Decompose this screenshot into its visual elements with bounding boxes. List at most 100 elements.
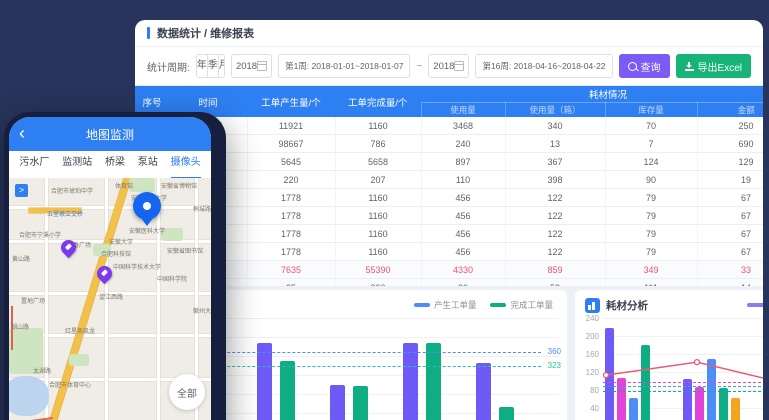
- reference-line-label: 360: [548, 347, 561, 356]
- reference-line-label: 323: [548, 361, 561, 370]
- table-row[interactable]: 12014年119211160346834070250: [135, 117, 763, 135]
- map-place-label: 徽州大道: [193, 306, 211, 315]
- table-cell: 456: [421, 207, 505, 225]
- table-cell: 1160: [335, 243, 421, 261]
- consumables-chart-card: 耗材分析 2402001601208040: [575, 290, 763, 420]
- period-button-月[interactable]: 月: [219, 55, 225, 77]
- end-year-select[interactable]: 2018: [428, 54, 469, 78]
- bar[interactable]: [330, 385, 345, 420]
- header-sub-1: 使用量（箱）: [505, 103, 605, 118]
- reference-line: [603, 391, 763, 392]
- bar[interactable]: [707, 359, 716, 420]
- y-axis-tick: 120: [581, 368, 599, 377]
- table-cell: 1160: [335, 117, 421, 135]
- map-water: [9, 376, 49, 416]
- table-cell: 1160: [335, 189, 421, 207]
- header-sub-2: 库存量: [605, 103, 697, 118]
- bar[interactable]: [499, 407, 514, 420]
- map-place-label: 望江西路: [99, 292, 123, 301]
- table-cell: 456: [421, 243, 505, 261]
- y-axis-tick: 160: [581, 350, 599, 359]
- map-park: [69, 354, 89, 366]
- table-row[interactable]: 177811604561227967: [135, 207, 763, 225]
- end-week-input[interactable]: 第16周: 2018-04-16~2018-04-22: [475, 54, 612, 78]
- table-row[interactable]: 56455658897367124129: [135, 153, 763, 171]
- period-button-季[interactable]: 季: [208, 55, 219, 77]
- map-place-label: 合肥市琥珀中学: [51, 186, 93, 195]
- bar[interactable]: [683, 379, 692, 420]
- export-excel-button[interactable]: 导出Excel: [676, 54, 751, 78]
- bar[interactable]: [731, 398, 740, 420]
- table-cell: 122: [505, 207, 605, 225]
- table-cell: 1160: [335, 207, 421, 225]
- start-year-select[interactable]: 2018: [231, 54, 272, 78]
- period-segmented-control: 年季月周日: [196, 54, 225, 78]
- table-cell: 456: [421, 189, 505, 207]
- table-cell: 124: [605, 153, 697, 171]
- start-week-input[interactable]: 第1周: 2018-01-01~2018-01-07: [278, 54, 410, 78]
- phone-tab-污水厂[interactable]: 污水厂: [19, 150, 49, 179]
- header-col-done: 工单完成量/个: [335, 86, 421, 117]
- map-view[interactable]: 合肥市琥珀中学体育馆安徽农业大学安徽省博物馆五里墩立交桥合肥市宁溪小学稻香广场安…: [9, 178, 211, 420]
- phone-tab-监测站[interactable]: 监测站: [62, 150, 92, 179]
- bar[interactable]: [403, 343, 418, 420]
- table-cell: 110: [421, 171, 505, 189]
- back-chevron-icon[interactable]: ‹: [19, 121, 25, 145]
- table-cell: 79: [605, 189, 697, 207]
- bar[interactable]: [605, 328, 614, 420]
- bar[interactable]: [719, 388, 728, 420]
- table-cell: 398: [505, 171, 605, 189]
- table-row[interactable]: 177811604561227967: [135, 189, 763, 207]
- map-place-label: 置地广场: [21, 296, 45, 305]
- table-row[interactable]: 177811604561227967: [135, 225, 763, 243]
- phone-page-title: 地图监测: [86, 126, 134, 143]
- phone-mockup: ‹ 地图监测 污水厂监测站桥梁泵站摄像头: [4, 112, 226, 420]
- table-cell: 367: [505, 153, 605, 171]
- phone-tab-摄像头[interactable]: 摄像头: [171, 150, 201, 179]
- bar[interactable]: [353, 386, 368, 420]
- table-row[interactable]: 98667786240137690: [135, 135, 763, 153]
- bar[interactable]: [426, 343, 441, 420]
- download-icon: [685, 62, 694, 71]
- table-cell: 240: [421, 135, 505, 153]
- table-cell: 122: [505, 243, 605, 261]
- table-cell: 786: [335, 135, 421, 153]
- export-button-label: 导出Excel: [698, 59, 742, 74]
- table-row[interactable]: 177811604561227967: [135, 243, 763, 261]
- table-row[interactable]: 2202071103989019: [135, 171, 763, 189]
- table-cell: 79: [605, 207, 697, 225]
- table-cell: 55390: [335, 261, 421, 279]
- map-expand-button[interactable]: >: [15, 184, 28, 197]
- table-cell: 67: [697, 189, 763, 207]
- table-cell: 90: [605, 171, 697, 189]
- table-cell: 7635: [247, 261, 335, 279]
- bar[interactable]: [629, 398, 638, 420]
- map-place-label: 安徽省图书馆: [167, 246, 203, 255]
- period-button-年[interactable]: 年: [197, 55, 208, 77]
- selected-location-pin[interactable]: [133, 192, 161, 220]
- map-place-label: 中国科学技术大学: [113, 262, 161, 271]
- phone-tab-泵站[interactable]: 泵站: [138, 150, 158, 179]
- range-separator: ~: [416, 61, 422, 72]
- table-cell: 129: [697, 153, 763, 171]
- query-button[interactable]: 查询: [619, 54, 670, 78]
- map-place-label: 中国科学院: [157, 274, 187, 283]
- breadcrumb-text: 数据统计 / 维修报表: [157, 25, 254, 41]
- table-total-row[interactable]: 合计763555390433085934933: [135, 261, 763, 279]
- bar[interactable]: [280, 361, 295, 420]
- bar[interactable]: [257, 343, 272, 420]
- map-place-label: 安徽大学: [109, 237, 133, 246]
- gridline: [603, 372, 763, 373]
- map-place-label: 黄山路: [12, 254, 30, 263]
- show-all-button[interactable]: 全部: [169, 374, 205, 410]
- bar[interactable]: [476, 363, 491, 420]
- table-cell: 340: [505, 117, 605, 135]
- breadcrumb: 数据统计 / 维修报表: [135, 20, 763, 47]
- table-cell: 122: [505, 225, 605, 243]
- search-icon: [628, 62, 637, 71]
- phone-tab-桥梁[interactable]: 桥梁: [105, 150, 125, 179]
- screenshot-stage: 数据统计 / 维修报表 统计周期: 年季月周日 2018 第1周: 2018-0…: [0, 0, 769, 420]
- bar[interactable]: [617, 378, 626, 420]
- table-cell: 11921: [247, 117, 335, 135]
- y-axis-tick: 200: [581, 332, 599, 341]
